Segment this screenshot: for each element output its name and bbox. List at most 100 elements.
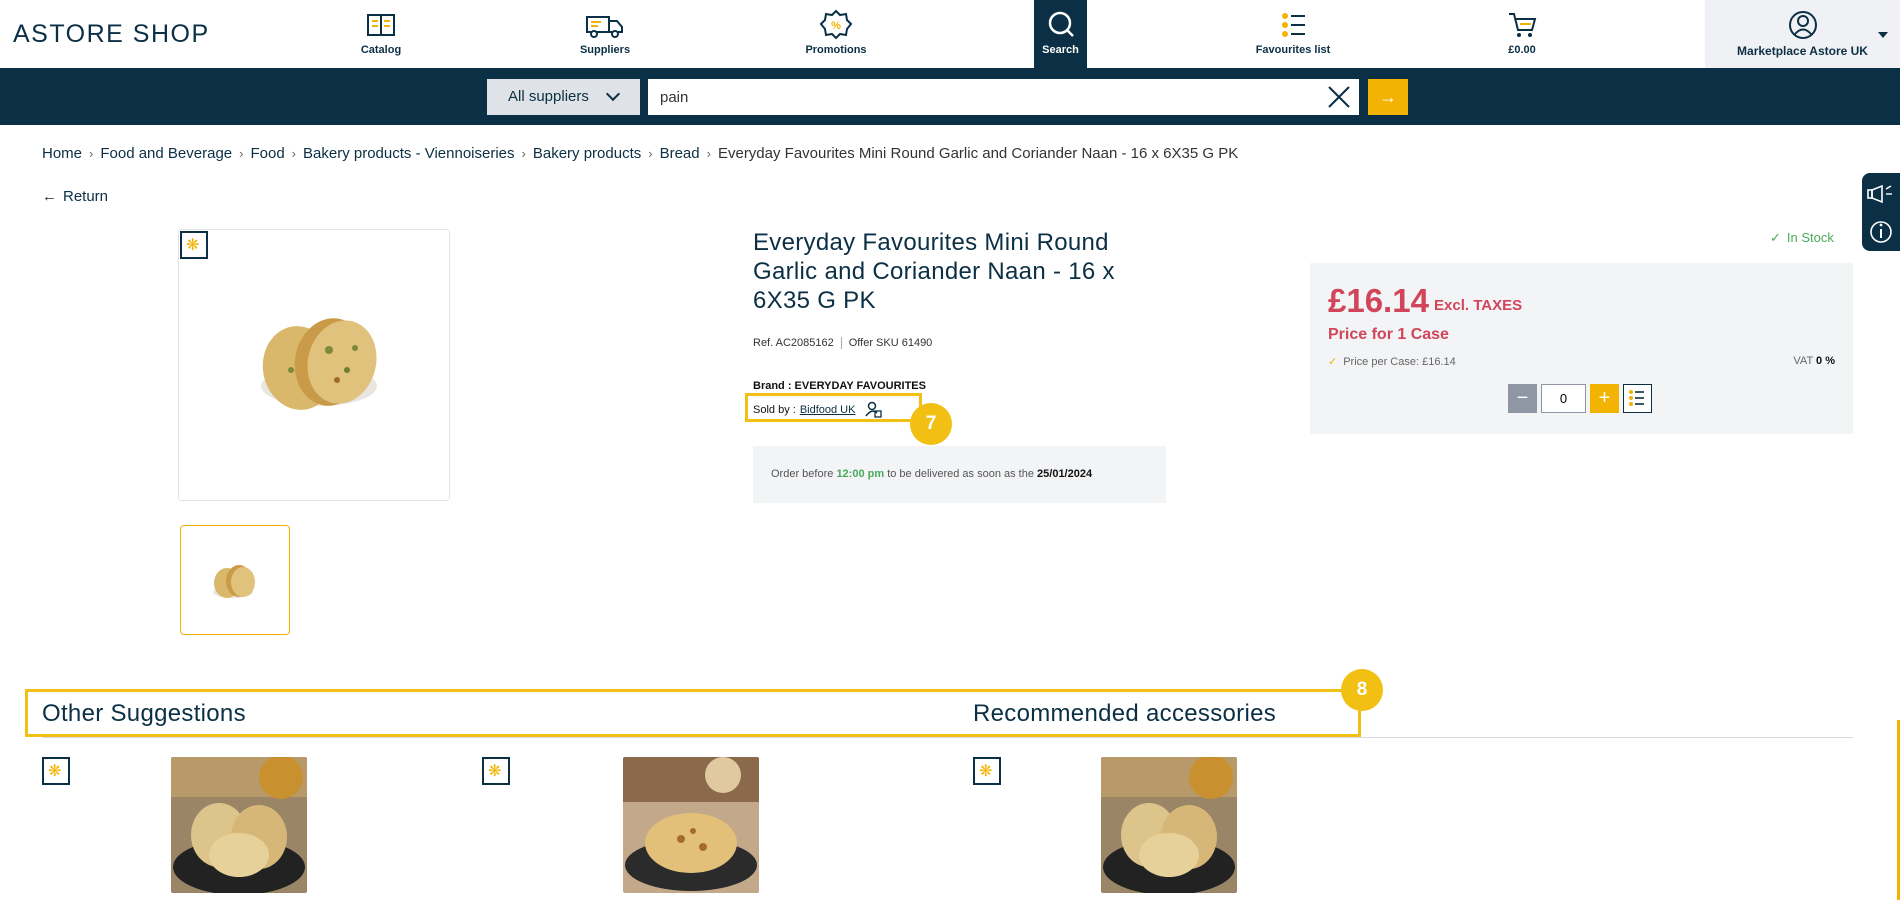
delivery-middle: to be delivered as soon as the xyxy=(887,468,1034,480)
chevron-right-icon: › xyxy=(648,146,653,161)
chevron-right-icon: › xyxy=(706,146,711,161)
stock-status: ✓ In Stock xyxy=(1770,230,1834,246)
naan-thumbnail-image xyxy=(213,565,255,598)
supplier-filter-value: All suppliers xyxy=(508,88,589,105)
price-per-case: ✓ Price per Case: £16.14 xyxy=(1328,355,1456,368)
search-icon xyxy=(1048,11,1074,37)
delivery-prefix: Order before xyxy=(771,468,834,480)
nav-suppliers-label: Suppliers xyxy=(579,44,631,56)
quantity-input[interactable] xyxy=(1541,384,1586,413)
arrow-left-icon: ← xyxy=(42,188,57,205)
cart-total: £0.00 xyxy=(1508,44,1536,56)
add-to-list-button[interactable] xyxy=(1623,384,1652,413)
price-panel: £16.14 Excl. TAXES Price for 1 Case ✓ Pri… xyxy=(1310,263,1853,434)
vat-info: VAT 0 % xyxy=(1793,355,1835,367)
search-input[interactable] xyxy=(648,79,1359,115)
suggestion-product-image[interactable] xyxy=(623,757,759,893)
brand-badge-icon xyxy=(482,757,510,785)
percent-badge-icon: % xyxy=(819,9,853,40)
vat-value: 0 % xyxy=(1816,355,1835,367)
chevron-right-icon: › xyxy=(291,146,297,161)
truck-icon xyxy=(586,16,623,38)
nav-search-label: Search xyxy=(1042,44,1079,56)
nav-promotions[interactable]: % Promotions xyxy=(800,0,872,68)
delivery-cutoff-time: 12:00 pm xyxy=(836,468,885,480)
nav-cart[interactable]: £0.00 xyxy=(1500,0,1544,68)
naan-pan-image xyxy=(1101,757,1237,893)
vat-label: VAT xyxy=(1793,355,1813,367)
decrease-quantity-button[interactable]: − xyxy=(1508,384,1537,413)
brand-badge-icon xyxy=(42,757,70,785)
other-suggestions-title: Other Suggestions xyxy=(42,700,246,727)
megaphone-icon[interactable] xyxy=(1867,184,1892,204)
recommended-accessories-title: Recommended accessories xyxy=(973,700,1277,727)
brand-badge-icon xyxy=(973,757,1001,785)
breadcrumb-bread[interactable]: Bread xyxy=(660,145,700,162)
search-bar: All suppliers xyxy=(0,68,1900,125)
nav-favourites-label: Favourites list xyxy=(1255,44,1331,56)
chevron-right-icon: › xyxy=(89,146,94,161)
naan-plate-image xyxy=(623,757,759,893)
store-logo[interactable]: ASTORE SHOP xyxy=(13,20,210,49)
catalog-book-icon xyxy=(367,14,395,36)
breadcrumb-food[interactable]: Food xyxy=(250,145,284,162)
increase-quantity-button[interactable]: + xyxy=(1590,384,1619,413)
list-icon xyxy=(1282,13,1305,37)
nav-favourites[interactable]: Favourites list xyxy=(1255,0,1331,68)
top-navigation-bar: ASTORE SHOP Catalog Suppliers % Promotio… xyxy=(0,0,1900,68)
divider xyxy=(840,337,842,350)
chevron-down-icon xyxy=(605,86,621,102)
breadcrumb-food-beverage[interactable]: Food and Beverage xyxy=(100,145,232,162)
naan-bread-image xyxy=(261,318,377,410)
price-per-case-text: Price per Case: £16.14 xyxy=(1343,356,1456,368)
clear-search-icon[interactable] xyxy=(1327,85,1351,109)
check-icon: ✓ xyxy=(1770,230,1781,245)
side-widgets xyxy=(1862,173,1900,251)
breadcrumb-bakery-products[interactable]: Bakery products xyxy=(533,145,641,162)
product-ref: Ref. AC2085162 xyxy=(753,337,834,349)
accessory-product-image[interactable] xyxy=(1101,757,1237,893)
cart-icon xyxy=(1509,13,1537,37)
list-icon xyxy=(1629,390,1644,406)
offer-sku: Offer SKU 61490 xyxy=(848,337,933,349)
account-menu[interactable]: Marketplace Astore UK xyxy=(1705,0,1900,68)
breadcrumb-bakery-viennoiseries[interactable]: Bakery products - Viennoiseries xyxy=(303,145,515,162)
nav-catalog[interactable]: Catalog xyxy=(345,0,417,68)
chevron-right-icon: › xyxy=(521,146,526,161)
product-thumbnail[interactable] xyxy=(180,525,290,635)
stock-status-label: In Stock xyxy=(1786,230,1834,245)
search-submit-button[interactable]: → xyxy=(1368,79,1408,115)
nav-suppliers[interactable]: Suppliers xyxy=(565,0,645,68)
annotation-highlight-7 xyxy=(745,393,922,422)
breadcrumb: Home › Food and Beverage › Food › Bakery produ… xyxy=(42,145,1238,162)
nav-promotions-label: Promotions xyxy=(805,44,867,56)
supplier-filter-dropdown[interactable]: All suppliers xyxy=(487,79,640,115)
chevron-right-icon: › xyxy=(239,146,244,161)
account-name: Marketplace Astore UK xyxy=(1737,44,1868,58)
side-widget-icons xyxy=(1867,184,1892,243)
nav-catalog-label: Catalog xyxy=(360,44,402,56)
annotation-marker-8: 8 xyxy=(1341,669,1383,711)
delivery-date: 25/01/2024 xyxy=(1037,468,1093,480)
breadcrumb-home[interactable]: Home xyxy=(42,145,82,162)
product-price: £16.14 xyxy=(1328,282,1429,319)
user-icon xyxy=(1788,11,1817,39)
return-label: Return xyxy=(63,188,109,205)
chevron-down-icon xyxy=(1878,32,1888,38)
tax-label: Excl. TAXES xyxy=(1434,297,1523,314)
info-icon[interactable] xyxy=(1870,221,1892,243)
section-divider xyxy=(42,737,1853,738)
breadcrumb-current: Everyday Favourites Mini Round Garlic an… xyxy=(717,145,1239,162)
product-title: Everyday Favourites Mini Round Garlic an… xyxy=(753,229,1115,314)
svg-text:%: % xyxy=(831,20,841,32)
product-main-image[interactable] xyxy=(178,229,450,501)
naan-pan-image xyxy=(171,757,307,893)
return-link[interactable]: ← Return xyxy=(42,188,108,205)
suggestion-product-image[interactable] xyxy=(171,757,307,893)
price-unit: Price for 1 Case xyxy=(1328,326,1449,343)
nav-search[interactable]: Search xyxy=(1034,0,1087,68)
annotation-marker-7: 7 xyxy=(910,403,952,445)
delivery-info: Order before 12:00 pm to be delivered as… xyxy=(753,446,1166,503)
check-icon: ✓ xyxy=(1328,356,1338,368)
product-brand: Brand : EVERYDAY FAVOURITES xyxy=(753,380,926,392)
